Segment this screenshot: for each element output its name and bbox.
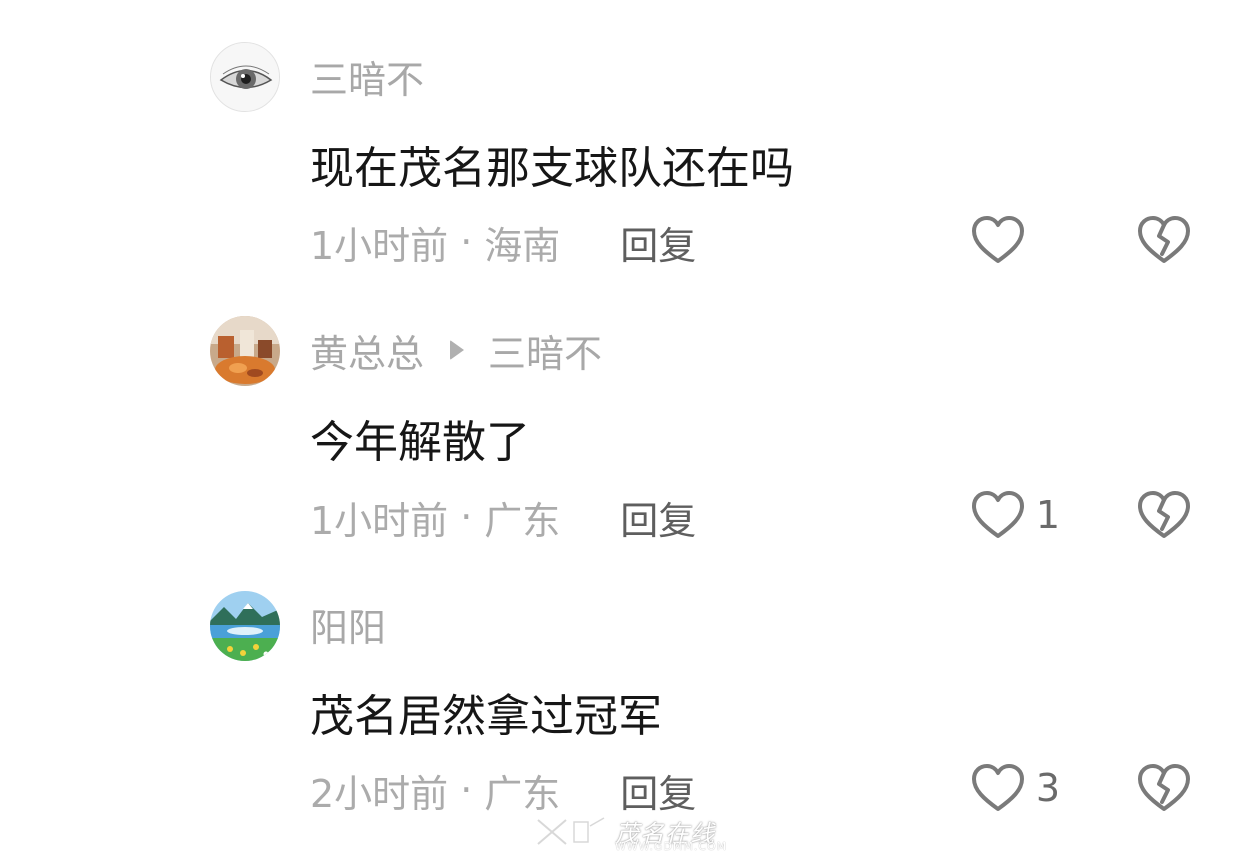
location: 广东 [484, 498, 561, 543]
separator: · [460, 768, 473, 812]
like-count: 1 [1035, 493, 1060, 537]
timestamp: 2小时前 [310, 771, 449, 816]
comment-header: 黄总总 三暗不 [310, 323, 602, 378]
avatar[interactable] [210, 591, 280, 661]
watermark-url: WWW.GDMM.COM [615, 840, 728, 853]
separator: · [460, 495, 473, 539]
heart-icon [972, 216, 1024, 263]
photo-icon [210, 316, 280, 386]
reply-to-username[interactable]: 三暗不 [488, 323, 602, 378]
username[interactable]: 三暗不 [310, 49, 424, 104]
reply-button[interactable]: 回复 [620, 763, 696, 818]
dislike-button[interactable] [1136, 758, 1192, 818]
reply-button[interactable]: 回复 [620, 215, 696, 270]
like-button[interactable]: 3 [970, 758, 1060, 818]
username[interactable]: 黄总总 [310, 323, 424, 378]
timestamp: 1小时前 [310, 223, 449, 268]
like-count: 3 [1035, 766, 1060, 810]
broken-heart-icon [1138, 764, 1190, 811]
heart-icon [971, 491, 1024, 538]
comment-meta: 1小时前 · 广东 回复 [310, 487, 696, 547]
comment-meta: 2小时前 · 广东 回复 [310, 760, 696, 820]
reply-button[interactable]: 回复 [620, 490, 696, 545]
like-button[interactable]: 1 [970, 485, 1060, 545]
broken-heart-icon [1138, 216, 1190, 263]
avatar[interactable] [210, 316, 280, 386]
dislike-button[interactable] [1136, 485, 1192, 545]
eye-icon [211, 43, 279, 111]
comment-header: 阳阳 [310, 597, 386, 652]
landscape-icon [210, 591, 280, 661]
location: 海南 [484, 223, 561, 268]
username[interactable]: 阳阳 [310, 597, 386, 652]
comment-text: 现在茂名那支球队还在吗 [310, 143, 794, 194]
timestamp: 1小时前 [310, 498, 449, 543]
like-button[interactable] [970, 210, 1060, 270]
heart-icon [971, 764, 1024, 811]
dislike-button[interactable] [1136, 210, 1192, 270]
location: 广东 [484, 771, 561, 816]
avatar[interactable] [210, 42, 280, 112]
separator: · [460, 220, 473, 264]
broken-heart-icon [1138, 491, 1190, 538]
comment-text: 茂名居然拿过冠军 [310, 691, 662, 742]
comment-text: 今年解散了 [310, 417, 530, 468]
comment-meta: 1小时前 · 海南 回复 [310, 212, 696, 272]
reply-arrow-icon [450, 340, 465, 360]
comment-header: 三暗不 [310, 49, 424, 104]
